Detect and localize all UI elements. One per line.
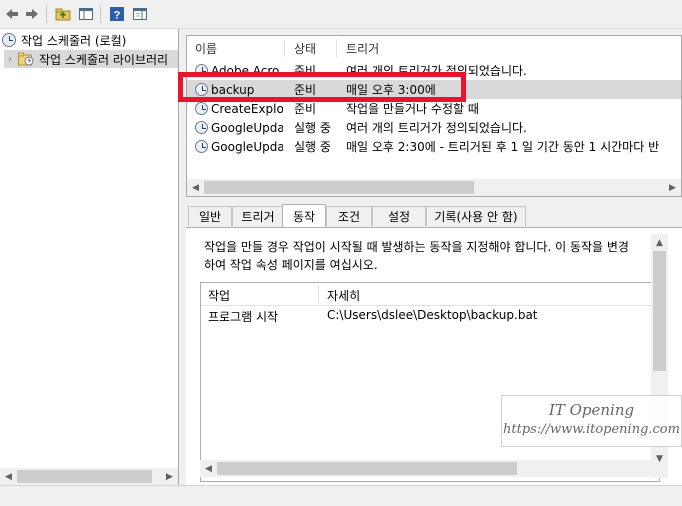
back-arrow-icon[interactable] (2, 4, 22, 24)
scroll-thumb[interactable] (204, 181, 474, 194)
svg-text:?: ? (114, 10, 121, 22)
task-cell-status: 실행 중 (294, 121, 331, 135)
navigation-tree: 작업 스케줄러 (로컬) › 작업 스케줄러 라이브러리 ◀ ▶ (0, 29, 179, 485)
actions-description: 작업을 만들 경우 작업이 시작될 때 발생하는 동작을 지정해야 합니다. 이… (204, 238, 656, 274)
scroll-right-arrow-icon[interactable]: ▶ (664, 179, 681, 196)
tree-item-library-label: 작업 스케줄러 라이브러리 (39, 52, 169, 67)
actions-column-action[interactable]: 작업 (208, 287, 230, 304)
actions-horizontal-scrollbar[interactable]: ◀ (200, 460, 658, 477)
highlight-box (178, 72, 466, 102)
clock-icon (2, 33, 16, 47)
toolbar: ? (0, 0, 682, 29)
scroll-thumb[interactable] (653, 251, 666, 371)
actions-table: 작업 자세히 프로그램 시작 C:\Users\dslee\Desktop\ba… (200, 282, 660, 482)
help-icon[interactable]: ? (107, 4, 127, 24)
folder-up-icon[interactable] (53, 4, 73, 24)
tab-general[interactable]: 일반 (188, 206, 232, 226)
task-row[interactable]: GoogleUpda... 실행 중 여러 개의 트리거가 정의되었습니다. (187, 118, 681, 137)
tree-item-root-label: 작업 스케줄러 (로컬) (21, 33, 127, 48)
column-divider[interactable] (284, 39, 285, 57)
tree-horizontal-scrollbar[interactable]: ◀ ▶ (0, 468, 178, 485)
task-cell-trigger: 여러 개의 트리거가 정의되었습니다. (346, 121, 527, 135)
scroll-thumb[interactable] (217, 462, 517, 475)
folder-clock-icon (18, 52, 34, 66)
scroll-thumb[interactable] (17, 470, 152, 483)
tree-item-library[interactable]: › 작업 스케줄러 라이브러리 (4, 50, 178, 68)
scroll-up-arrow-icon[interactable]: ▲ (651, 234, 668, 251)
task-clock-icon (195, 102, 208, 115)
actions-description-line2: 하여 작업 속성 페이지를 여십시오. (204, 258, 378, 272)
actions-column-details[interactable]: 자세히 (327, 287, 360, 304)
scroll-left-arrow-icon[interactable]: ◀ (187, 179, 204, 196)
tab-history[interactable]: 기록(사용 안 함) (426, 206, 526, 226)
column-divider[interactable] (336, 39, 337, 57)
actions-table-header: 작업 자세히 (201, 283, 659, 306)
scroll-right-arrow-icon[interactable]: ▶ (161, 468, 178, 485)
actions-row-details: C:\Users\dslee\Desktop\backup.bat (327, 308, 538, 322)
scroll-left-arrow-icon[interactable]: ◀ (200, 460, 217, 477)
watermark-url: https://www.itopening.com (503, 422, 680, 437)
forward-arrow-icon[interactable] (22, 4, 42, 24)
tab-actions[interactable]: 동작 (282, 204, 326, 227)
watermark-title: IT Opening (548, 401, 635, 419)
tab-conditions[interactable]: 조건 (326, 206, 372, 226)
tab-panel-actions: 작업을 만들 경우 작업이 시작될 때 발생하는 동작을 지정해야 합니다. 이… (186, 227, 682, 486)
scroll-left-arrow-icon[interactable]: ◀ (0, 468, 17, 485)
toolbar-separator (46, 5, 47, 23)
column-header-trigger[interactable]: 트리거 (346, 37, 379, 59)
task-list: 이름 상태 트리거 Adobe Acro... 준비 여러 개의 트리거가 정의되었… (186, 35, 682, 197)
column-header-name[interactable]: 이름 (195, 37, 217, 59)
task-row[interactable]: GoogleUpda... 실행 중 매일 오후 2:30에 - 트리거된 후 1 … (187, 137, 681, 156)
action-pane-icon[interactable] (130, 4, 150, 24)
tab-triggers[interactable]: 트리거 (232, 206, 284, 226)
toolbar-separator (100, 5, 101, 23)
status-bar (0, 485, 682, 506)
task-cell-trigger: 매일 오후 2:30에 - 트리거된 후 1 일 기간 동안 1 시간마다 반 (346, 140, 660, 154)
tab-settings[interactable]: 설정 (372, 206, 426, 226)
show-hide-pane-icon[interactable] (76, 4, 96, 24)
task-clock-icon (195, 140, 208, 153)
actions-row-action: 프로그램 시작 (208, 310, 279, 324)
actions-description-line1: 작업을 만들 경우 작업이 시작될 때 발생하는 동작을 지정해야 합니다. 이… (204, 240, 629, 254)
task-cell-name: GoogleUpda... (211, 139, 283, 154)
task-cell-name: GoogleUpda... (211, 120, 283, 135)
column-divider[interactable] (318, 285, 319, 303)
task-cell-status: 실행 중 (294, 140, 331, 154)
expand-chevron-icon[interactable]: › (4, 54, 16, 65)
column-header-status[interactable]: 상태 (294, 37, 316, 59)
task-list-horizontal-scrollbar[interactable]: ◀ ▶ (187, 179, 681, 196)
watermark: IT Opening https://www.itopening.com (501, 395, 682, 447)
actions-row[interactable]: 프로그램 시작 C:\Users\dslee\Desktop\backup.ba… (201, 306, 659, 326)
tree-item-root[interactable]: 작업 스케줄러 (로컬) (2, 31, 126, 49)
task-clock-icon (195, 121, 208, 134)
